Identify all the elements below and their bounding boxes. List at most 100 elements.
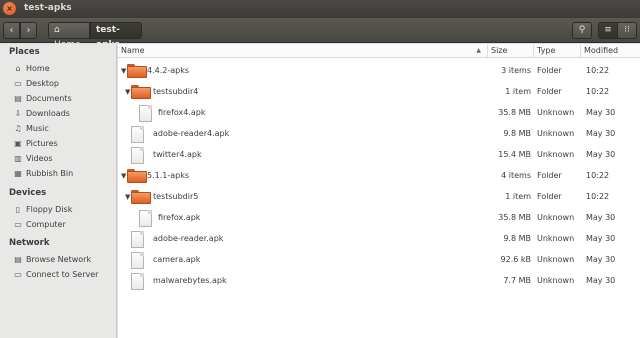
file-icon [139, 210, 152, 227]
table-row[interactable]: firefox4.apk 35.8 MB Unknown May 30 [118, 103, 640, 124]
file-size: 35.8 MB [498, 213, 531, 222]
expander-icon[interactable]: ▼ [125, 88, 130, 96]
file-size: 92.6 kB [500, 255, 531, 264]
file-icon [131, 273, 144, 290]
file-type: Unknown [537, 129, 575, 138]
file-type: Unknown [537, 234, 575, 243]
back-button[interactable]: ‹ [3, 22, 20, 39]
file-size: 35.8 MB [498, 108, 531, 117]
chevron-right-icon: › [26, 25, 31, 36]
file-size: 15.4 MB [498, 150, 531, 159]
breadcrumb-home[interactable]: ⌂ Home [48, 22, 90, 50]
window-title: test-apks [24, 3, 72, 13]
table-row[interactable]: firefox.apk 35.8 MB Unknown May 30 [118, 208, 640, 229]
sidebar-item-label: Documents [26, 94, 72, 103]
expander-icon[interactable]: ▼ [125, 193, 130, 201]
table-row[interactable]: twitter4.apk 15.4 MB Unknown May 30 [118, 145, 640, 166]
grid-icon: ⁝⁝ [624, 25, 630, 35]
file-size: 9.8 MB [503, 129, 531, 138]
sidebar-item-desktop[interactable]: ▭ Desktop [13, 79, 113, 92]
file-size: 9.8 MB [503, 234, 531, 243]
title-bar: × test-apks [0, 0, 640, 18]
file-modified: 10:22 [586, 87, 610, 96]
file-type: Folder [537, 171, 562, 180]
sidebar-item-label: Pictures [26, 139, 58, 148]
server-icon: ▭ [14, 270, 22, 279]
table-row[interactable]: camera.apk 92.6 kB Unknown May 30 [118, 250, 640, 271]
file-type: Folder [537, 87, 562, 96]
file-size: 1 item [505, 87, 531, 96]
pictures-icon: ▣ [14, 139, 22, 148]
search-button[interactable]: ⚲ [572, 22, 592, 39]
downloads-icon: ⇩ [14, 109, 22, 118]
expander-icon[interactable]: ▼ [121, 67, 126, 75]
sidebar-item-computer[interactable]: ▭ Computer [13, 220, 113, 233]
sort-ascending-icon: ▲ [476, 47, 481, 54]
table-row[interactable]: adobe-reader.apk 9.8 MB Unknown May 30 [118, 229, 640, 250]
sidebar-item-pictures[interactable]: ▣ Pictures [13, 139, 113, 152]
file-icon [131, 252, 144, 269]
file-icon [139, 105, 152, 122]
sidebar: Places ⌂ Home ▭ Desktop ▤ Documents ⇩ Downlo… [0, 44, 117, 338]
file-list: Name ▲ Size Type Modified ▼ 4.4.2-apks 3 … [118, 44, 640, 338]
table-row[interactable]: ▼ testsubdir5 1 item Folder 10:22 [118, 187, 640, 208]
sidebar-item-music[interactable]: ♫ Music [13, 124, 113, 137]
file-name: 5.1.1-apks [147, 171, 190, 180]
sidebar-item-connect-to-server[interactable]: ▭ Connect to Server [13, 270, 113, 283]
sidebar-item-label: Connect to Server [26, 270, 99, 279]
file-name: adobe-reader.apk [153, 234, 224, 243]
file-name: testsubdir5 [153, 192, 199, 201]
sidebar-item-label: Browse Network [26, 255, 92, 264]
music-icon: ♫ [14, 124, 22, 133]
network-icon: ▤ [14, 255, 22, 264]
home-icon: ⌂ [54, 25, 60, 35]
file-modified: 10:22 [586, 171, 610, 180]
floppy-icon: ▯ [15, 205, 21, 214]
file-size: 4 items [501, 171, 531, 180]
grid-view-button[interactable]: ⁝⁝ [617, 22, 637, 39]
desktop-icon: ▭ [14, 79, 22, 88]
table-row[interactable]: adobe-reader4.apk 9.8 MB Unknown May 30 [118, 124, 640, 145]
file-modified: May 30 [586, 150, 616, 159]
sidebar-item-home[interactable]: ⌂ Home [13, 64, 113, 77]
breadcrumb-current[interactable]: test-apks [90, 22, 142, 50]
documents-icon: ▤ [14, 94, 22, 103]
sidebar-item-floppy-disk[interactable]: ▯ Floppy Disk [13, 205, 113, 218]
file-type: Folder [537, 192, 562, 201]
file-type: Folder [537, 66, 562, 75]
list-view-button[interactable]: ≡ [598, 22, 618, 39]
computer-icon: ▭ [14, 220, 22, 229]
file-icon [131, 147, 144, 164]
trash-icon: ▦ [14, 169, 22, 178]
forward-button[interactable]: › [20, 22, 37, 39]
folder-icon [131, 190, 151, 204]
table-row[interactable]: ▼ 4.4.2-apks 3 items Folder 10:22 [118, 61, 640, 82]
file-icon [131, 231, 144, 248]
sidebar-item-label: Floppy Disk [26, 205, 73, 214]
toolbar: ‹ › ⌂ Home test-apks ⚲ ≡ ⁝⁝ [0, 18, 640, 50]
column-header-modified[interactable]: Modified [580, 45, 640, 57]
column-header-type[interactable]: Type [533, 45, 580, 57]
close-window-button[interactable]: × [3, 2, 16, 15]
file-name: testsubdir4 [153, 87, 199, 96]
folder-icon [131, 85, 151, 99]
sidebar-item-documents[interactable]: ▤ Documents [13, 94, 113, 107]
file-modified: May 30 [586, 129, 616, 138]
column-header-size[interactable]: Size [487, 45, 533, 57]
column-header-name[interactable]: Name ▲ [118, 45, 487, 57]
folder-icon [127, 169, 147, 183]
sidebar-item-rubbish-bin[interactable]: ▦ Rubbish Bin [13, 169, 113, 182]
sidebar-item-browse-network[interactable]: ▤ Browse Network [13, 255, 113, 268]
sidebar-item-label: Rubbish Bin [26, 169, 74, 178]
file-name: twitter4.apk [153, 150, 202, 159]
sidebar-item-videos[interactable]: ▥ Videos [13, 154, 113, 167]
table-row[interactable]: ▼ testsubdir4 1 item Folder 10:22 [118, 82, 640, 103]
file-modified: May 30 [586, 213, 616, 222]
table-row[interactable]: malwarebytes.apk 7.7 MB Unknown May 30 [118, 271, 640, 292]
expander-icon[interactable]: ▼ [121, 172, 126, 180]
table-row[interactable]: ▼ 5.1.1-apks 4 items Folder 10:22 [118, 166, 640, 187]
column-header-label: Name [121, 46, 145, 55]
file-name: malwarebytes.apk [153, 276, 227, 285]
file-name: firefox.apk [158, 213, 201, 222]
sidebar-item-downloads[interactable]: ⇩ Downloads [13, 109, 113, 122]
